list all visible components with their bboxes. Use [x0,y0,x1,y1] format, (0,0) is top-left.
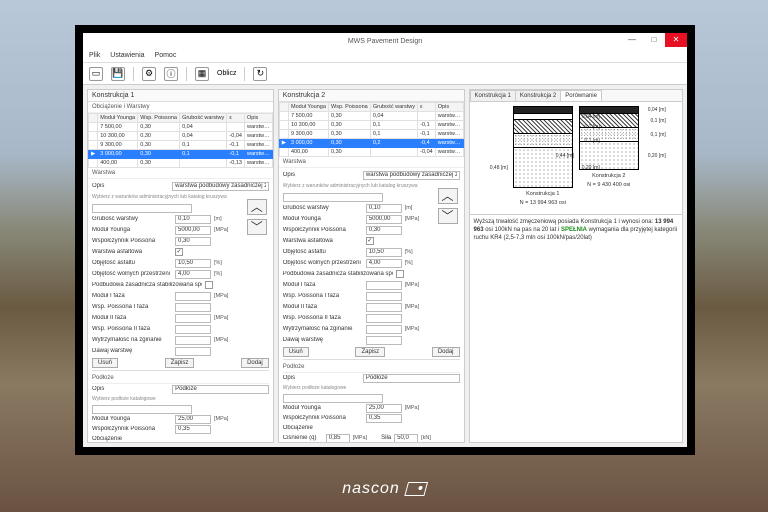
table-row: 9 300,000,300,1-0,1warstw… [279,130,463,139]
new-icon[interactable]: ▭ [89,67,103,81]
layer-down-button-2[interactable]: ﹀ [438,208,458,224]
opis-input-1[interactable] [172,182,269,191]
catalog-select-1[interactable] [92,204,192,213]
table-row: 10 300,000,300,1-0,1warstw… [279,121,463,130]
menu-help[interactable]: Pomoc [155,52,177,59]
table-row: 10 300,000,300,04-0,04warstw… [89,132,273,141]
usun-button-1[interactable]: Usuń [92,358,118,368]
summary-text: Wyższą trwałość zmęczeniową posiada Kons… [470,214,682,246]
podloze-catalog-1[interactable] [92,405,192,414]
tab-compare[interactable]: Porównanie [560,90,602,101]
tab-k2[interactable]: Konstrukcja 2 [515,90,561,101]
maximize-button[interactable]: □ [643,33,665,47]
wsp-input-1[interactable] [175,237,211,246]
asfalt-check-2[interactable]: ✓ [366,237,374,245]
brand-logo: nascon [342,480,426,498]
objasf-input-2[interactable] [366,248,402,257]
results-tabs: Konstrukcja 1 Konstrukcja 2 Porównanie [470,90,682,102]
gear-icon[interactable]: ⚙ [142,67,156,81]
info-icon[interactable]: ⓘ [164,67,178,81]
table-row: ▶3 000,000,300,1-0,1warstw… [89,150,273,159]
podloze-opis-1[interactable] [172,385,269,394]
objwol-input-1[interactable] [175,270,211,279]
subhead-war-2: Warstwa [279,157,464,168]
layers-table-1[interactable]: Moduł Younga Wsp. Poissona Grubość warst… [88,113,273,168]
stab-check-2[interactable] [396,270,404,278]
usun-button-2[interactable]: Usuń [283,347,309,357]
table-row: 400,000,30 -0,13warstw… [89,159,273,168]
window-title: MWS Pavement Design [348,38,422,45]
dawaj-input-1[interactable] [175,347,211,356]
zapisz-button-2[interactable]: Zapisz [355,347,385,357]
wytrz-input-1[interactable] [175,336,211,345]
layer-up-button-1[interactable]: ︿ [247,199,267,215]
refresh-icon[interactable]: ↻ [253,67,267,81]
objwol-input-2[interactable] [366,259,402,268]
menu-file[interactable]: Plik [89,52,100,59]
wpf2-input-2[interactable] [366,314,402,323]
opis-input-2[interactable] [363,171,460,180]
pod-modul-2[interactable] [366,404,402,413]
grubosc-input-1[interactable] [175,215,211,224]
mf1-input-2[interactable] [366,281,402,290]
podloze-opis-2[interactable] [363,374,460,383]
asfalt-check-1[interactable]: ✓ [175,248,183,256]
stab-check-1[interactable] [205,281,213,289]
wpf1-input-1[interactable] [175,303,211,312]
toolbar: ▭ 💾 ⚙ ⓘ ▦ Oblicz ↻ [83,63,687,85]
sila-input-2[interactable] [394,434,418,443]
calculate-icon[interactable]: ▦ [195,67,209,81]
pod-modul-1[interactable] [175,415,211,424]
catalog-select-2[interactable] [283,193,383,202]
panel-konstrukcja-2: Konstrukcja 2 Moduł Younga Wsp. Poissona… [278,89,465,443]
menu-settings[interactable]: Ustawienia [110,52,144,59]
modul-input-2[interactable] [366,215,402,224]
menubar: Plik Ustawienia Pomoc [83,49,687,63]
close-button[interactable]: ✕ [665,33,687,47]
objasf-input-1[interactable] [175,259,211,268]
pod-wsp-2[interactable] [366,414,402,423]
dodaj-button-1[interactable]: Dodaj [241,358,269,368]
subhead-obc-1: Obciążenie i Warstwy [88,102,273,113]
pod-wsp-1[interactable] [175,425,211,434]
table-row: ▶3 000,000,300,2-0,4warstw… [279,139,463,148]
layer-down-button-1[interactable]: ﹀ [247,219,267,235]
mf2-input-2[interactable] [366,303,402,312]
table-row: 7 500,000,300,04warstw… [89,123,273,132]
panel-konstrukcja-1: Konstrukcja 1 Obciążenie i Warstwy Moduł… [87,89,274,443]
diagram-k2: 0,04 [m]0,1 [m]0,1 [m]0,20 [m]0,44 [m] K… [579,106,639,206]
table-row: 400,000,30 -0,04warstw… [279,148,463,157]
table-row: 9 300,000,300,1-0,1warstw… [89,141,273,150]
modul-input-1[interactable] [175,226,211,235]
podloze-catalog-2[interactable] [283,394,383,403]
tab-k1[interactable]: Konstrukcja 1 [470,90,516,101]
dawaj-input-2[interactable] [366,336,402,345]
wytrz-input-2[interactable] [366,325,402,334]
wpf1-input-2[interactable] [366,292,402,301]
layer-up-button-2[interactable]: ︿ [438,188,458,204]
minimize-button[interactable]: — [621,33,643,47]
panel-results: Konstrukcja 1 Konstrukcja 2 Porównanie 0… [469,89,683,443]
mf2-input-1[interactable] [175,314,211,323]
titlebar: MWS Pavement Design — □ ✕ [83,33,687,49]
save-icon[interactable]: 💾 [111,67,125,81]
grubosc-input-2[interactable] [366,204,402,213]
zapisz-button-1[interactable]: Zapisz [165,358,195,368]
panel-title-2: Konstrukcja 2 [279,90,464,102]
dodaj-button-2[interactable]: Dodaj [432,347,460,357]
app-window: MWS Pavement Design — □ ✕ Plik Ustawieni… [83,33,687,447]
brand-icon [404,482,428,496]
mf1-input-1[interactable] [175,292,211,301]
wsp-input-2[interactable] [366,226,402,235]
cisn-input-2[interactable] [326,434,350,443]
subhead-war-1: Warstwa [88,168,273,179]
calculate-label: Oblicz [217,70,236,77]
layers-table-2[interactable]: Moduł Younga Wsp. Poissona Grubość warst… [279,102,464,157]
panel-title-1: Konstrukcja 1 [88,90,273,102]
diagram-area: 0,04 [m]0,04 [m]0,1 [m]0,1 [m]0,20 [m]0,… [470,102,682,210]
table-row: 7 500,000,300,04warstw… [279,112,463,121]
wpf2-input-1[interactable] [175,325,211,334]
